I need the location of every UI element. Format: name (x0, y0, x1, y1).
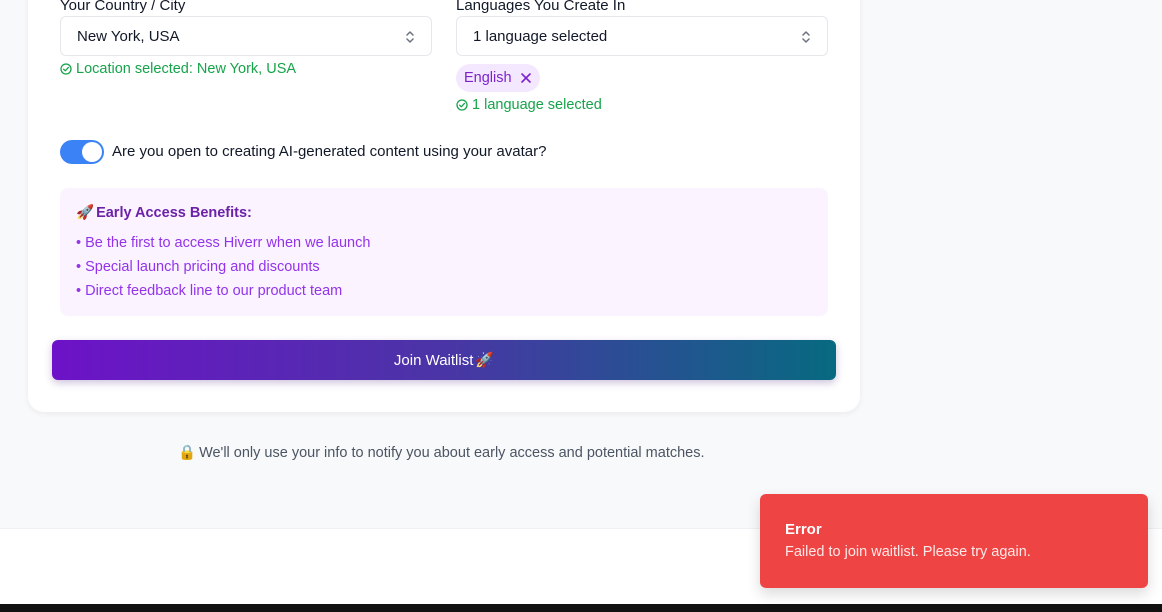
languages-label: Languages You Create In (456, 0, 626, 14)
benefits-list: • Be the first to access Hiverr when we … (76, 231, 812, 303)
rocket-icon: 🚀 (76, 205, 95, 221)
list-item: • Be the first to access Hiverr when we … (76, 235, 371, 251)
benefits-heading: 🚀 Early Access Benefits: (76, 204, 812, 222)
privacy-note: 🔒 We'll only use your info to notify you… (178, 444, 705, 462)
ai-content-toggle-label: Are you open to creating AI-generated co… (112, 143, 547, 160)
location-select-value: New York, USA (77, 27, 180, 45)
languages-status-text: 1 language selected (472, 97, 602, 113)
chevrons-up-down-icon (406, 31, 414, 43)
chevrons-up-down-icon (802, 31, 810, 43)
location-status-text: Location selected: New York, USA (76, 61, 297, 77)
location-label: Your Country / City (60, 0, 186, 14)
check-circle-icon (456, 99, 468, 111)
location-status: Location selected: New York, USA (60, 61, 296, 77)
language-chip-label: English (464, 70, 512, 86)
languages-select[interactable]: 1 language selected (456, 16, 828, 56)
languages-status: 1 language selected (456, 97, 602, 113)
error-toast[interactable]: Error Failed to join waitlist. Please tr… (760, 494, 1148, 588)
ai-content-toggle[interactable] (60, 140, 104, 164)
privacy-text: We'll only use your info to notify you a… (199, 444, 705, 461)
lock-icon: 🔒 (178, 445, 197, 461)
benefits-title: Early Access Benefits: (96, 204, 252, 221)
join-waitlist-button[interactable]: Join Waitlist 🚀 (52, 340, 836, 380)
list-item: • Direct feedback line to our product te… (76, 283, 343, 299)
list-item: • Special launch pricing and discounts (76, 259, 320, 275)
footer-bar (0, 604, 1162, 612)
languages-select-value: 1 language selected (473, 27, 608, 45)
early-access-benefits: 🚀 Early Access Benefits: • Be the first … (60, 188, 828, 316)
location-select[interactable]: New York, USA (60, 16, 432, 56)
toast-message: Failed to join waitlist. Please try agai… (785, 544, 1031, 560)
toggle-knob (82, 142, 102, 162)
remove-icon[interactable] (520, 72, 532, 84)
language-chip-english: English (456, 64, 540, 92)
toast-title: Error (785, 521, 822, 538)
rocket-icon: 🚀 (475, 352, 495, 369)
check-circle-icon (60, 63, 72, 75)
join-waitlist-label: Join Waitlist (393, 351, 474, 369)
